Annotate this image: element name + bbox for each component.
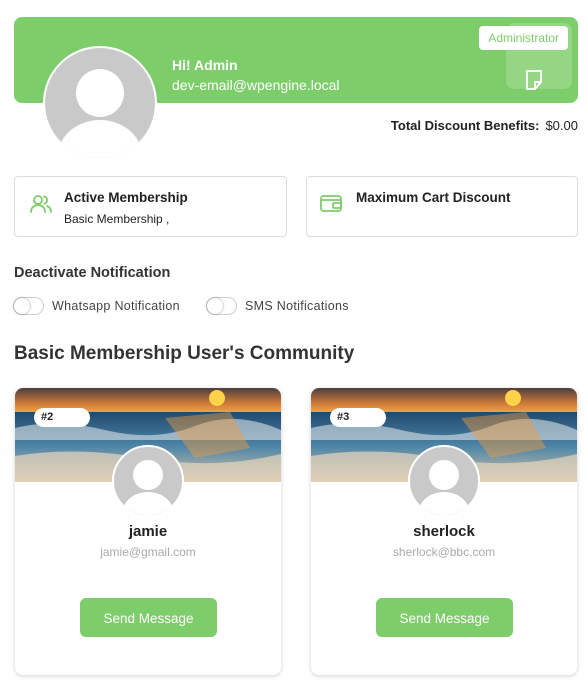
member-email: sherlock@bbc.com (392, 545, 496, 559)
profile-avatar (43, 46, 157, 160)
send-message-button[interactable]: Send Message (80, 598, 217, 637)
member-email: jamie@gmail.com (100, 545, 196, 559)
users-icon (30, 195, 52, 213)
sms-toggle-row[interactable]: SMS Notifications (206, 297, 349, 315)
card-subtitle: Basic Membership , (64, 212, 170, 226)
member-name: jamie (128, 523, 168, 540)
note-icon[interactable] (524, 69, 544, 91)
member-card: #3 sherlock sherlock@bbc.com Send Messag… (311, 388, 577, 675)
member-avatar (408, 445, 480, 517)
greeting-text: Hi! Admin (172, 57, 238, 73)
user-avatar-icon (122, 460, 174, 515)
active-membership-card: Active Membership Basic Membership , (14, 176, 287, 237)
community-title: Basic Membership User's Community (14, 343, 355, 364)
rank-badge: #2 (34, 408, 90, 427)
sms-toggle[interactable] (206, 297, 237, 315)
discount-value: $0.00 (545, 118, 578, 133)
discount-label: Total Discount Benefits: (390, 118, 540, 133)
send-message-button[interactable]: Send Message (376, 598, 513, 637)
user-avatar-icon (418, 460, 470, 515)
whatsapp-toggle-row[interactable]: Whatsapp Notification (13, 297, 180, 315)
user-avatar-icon (58, 69, 142, 158)
role-badge: Administrator (479, 26, 568, 50)
whatsapp-toggle[interactable] (13, 297, 44, 315)
card-title: Maximum Cart Discount (356, 190, 511, 205)
wallet-icon (320, 195, 342, 212)
rank-badge: #3 (330, 408, 386, 427)
card-title: Active Membership (64, 190, 188, 205)
member-name: sherlock (413, 523, 475, 540)
member-avatar (112, 445, 184, 517)
user-email: dev-email@wpengine.local (172, 77, 340, 93)
max-cart-discount-card: Maximum Cart Discount (306, 176, 578, 237)
toggle-label: Whatsapp Notification (52, 299, 180, 313)
discount-summary: Total Discount Benefits: $0.00 (391, 118, 578, 133)
member-card: #2 jamie jamie@gmail.com Send Message (15, 388, 281, 675)
notification-heading: Deactivate Notification (14, 265, 171, 281)
toggle-label: SMS Notifications (245, 299, 349, 313)
